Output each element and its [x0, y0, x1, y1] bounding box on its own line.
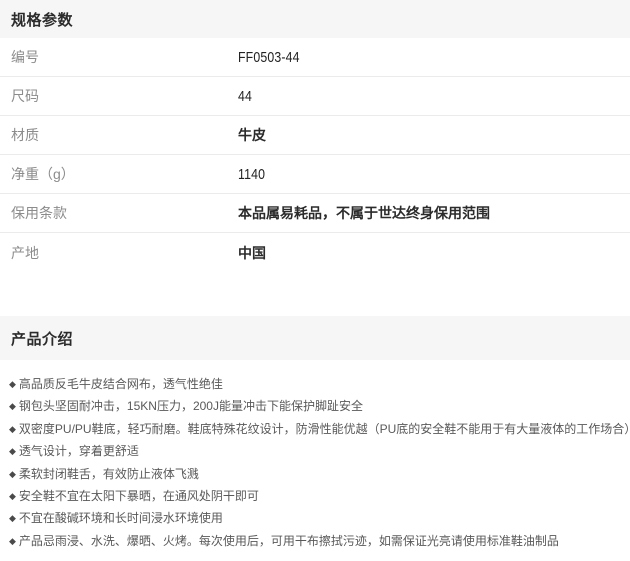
diamond-bullet-icon: ◆ [9, 508, 16, 529]
spec-row-material: 材质 牛皮 [0, 116, 630, 155]
intro-item-text: 双密度PU/PU鞋底，轻巧耐磨。鞋底特殊花纹设计，防滑性能优越（PU底的安全鞋不… [19, 419, 630, 440]
intro-list-item: ◆ 安全鞋不宜在太阳下暴晒，在通风处阴干即可 [9, 486, 618, 508]
spec-row-warranty: 保用条款 本品属易耗品，不属于世达终身保用范围 [0, 194, 630, 233]
intro-item-text: 高品质反毛牛皮结合网布，透气性绝佳 [19, 374, 223, 395]
diamond-bullet-icon: ◆ [9, 374, 16, 395]
spec-row-origin: 产地 中国 [0, 233, 630, 272]
spec-section-header: 规格参数 [0, 0, 630, 38]
product-detail-page: 规格参数 编号 FF0503-44 尺码 44 材质 牛皮 净重（g） 1140… [0, 0, 630, 561]
spec-label: 净重（g） [0, 164, 238, 184]
spec-row-code: 编号 FF0503-44 [0, 38, 630, 77]
diamond-bullet-icon: ◆ [9, 419, 16, 440]
diamond-bullet-icon: ◆ [9, 441, 16, 462]
diamond-bullet-icon: ◆ [9, 486, 16, 507]
intro-list: ◆ 高品质反毛牛皮结合网布，透气性绝佳 ◆ 钢包头坚固耐冲击，15KN压力，20… [0, 360, 630, 553]
spec-label: 材质 [0, 125, 238, 145]
intro-item-text: 不宜在酸碱环境和长时间浸水环境使用 [19, 508, 223, 529]
spec-value: FF0503-44 [238, 49, 300, 66]
intro-list-item: ◆ 产品忌雨浸、水洗、爆晒、火烤。每次使用后，可用干布擦拭污迹，如需保证光亮请使… [9, 531, 618, 553]
intro-list-item: ◆ 不宜在酸碱环境和长时间浸水环境使用 [9, 508, 618, 530]
spec-label: 编号 [0, 47, 238, 67]
spec-row-size: 尺码 44 [0, 77, 630, 116]
spec-section-title: 规格参数 [11, 9, 73, 30]
spec-label: 保用条款 [0, 203, 238, 223]
intro-list-item: ◆ 双密度PU/PU鞋底，轻巧耐磨。鞋底特殊花纹设计，防滑性能优越（PU底的安全… [9, 419, 618, 441]
spec-label: 尺码 [0, 86, 238, 106]
diamond-bullet-icon: ◆ [9, 464, 16, 485]
intro-section-title: 产品介绍 [11, 328, 73, 349]
diamond-bullet-icon: ◆ [9, 531, 16, 552]
spec-value: 1140 [238, 166, 265, 183]
section-gap [0, 272, 630, 316]
spec-value: 本品属易耗品，不属于世达终身保用范围 [238, 203, 490, 223]
intro-item-text: 钢包头坚固耐冲击，15KN压力，200J能量冲击下能保护脚趾安全 [19, 396, 363, 417]
intro-item-text: 柔软封闭鞋舌，有效防止液体飞溅 [19, 464, 199, 485]
intro-item-text: 透气设计，穿着更舒适 [19, 441, 139, 462]
diamond-bullet-icon: ◆ [9, 396, 16, 417]
spec-label: 产地 [0, 243, 238, 263]
intro-section-header: 产品介绍 [0, 316, 630, 360]
spec-value: 44 [238, 88, 252, 105]
spec-value: 中国 [238, 243, 266, 263]
intro-item-text: 产品忌雨浸、水洗、爆晒、火烤。每次使用后，可用干布擦拭污迹，如需保证光亮请使用标… [19, 531, 559, 552]
intro-list-item: ◆ 透气设计，穿着更舒适 [9, 441, 618, 463]
spec-value: 牛皮 [238, 125, 266, 145]
intro-item-text: 安全鞋不宜在太阳下暴晒，在通风处阴干即可 [19, 486, 259, 507]
spec-row-weight: 净重（g） 1140 [0, 155, 630, 194]
intro-list-item: ◆ 钢包头坚固耐冲击，15KN压力，200J能量冲击下能保护脚趾安全 [9, 396, 618, 418]
spec-table: 编号 FF0503-44 尺码 44 材质 牛皮 净重（g） 1140 保用条款… [0, 38, 630, 272]
intro-list-item: ◆ 柔软封闭鞋舌，有效防止液体飞溅 [9, 464, 618, 486]
intro-list-item: ◆ 高品质反毛牛皮结合网布，透气性绝佳 [9, 374, 618, 396]
